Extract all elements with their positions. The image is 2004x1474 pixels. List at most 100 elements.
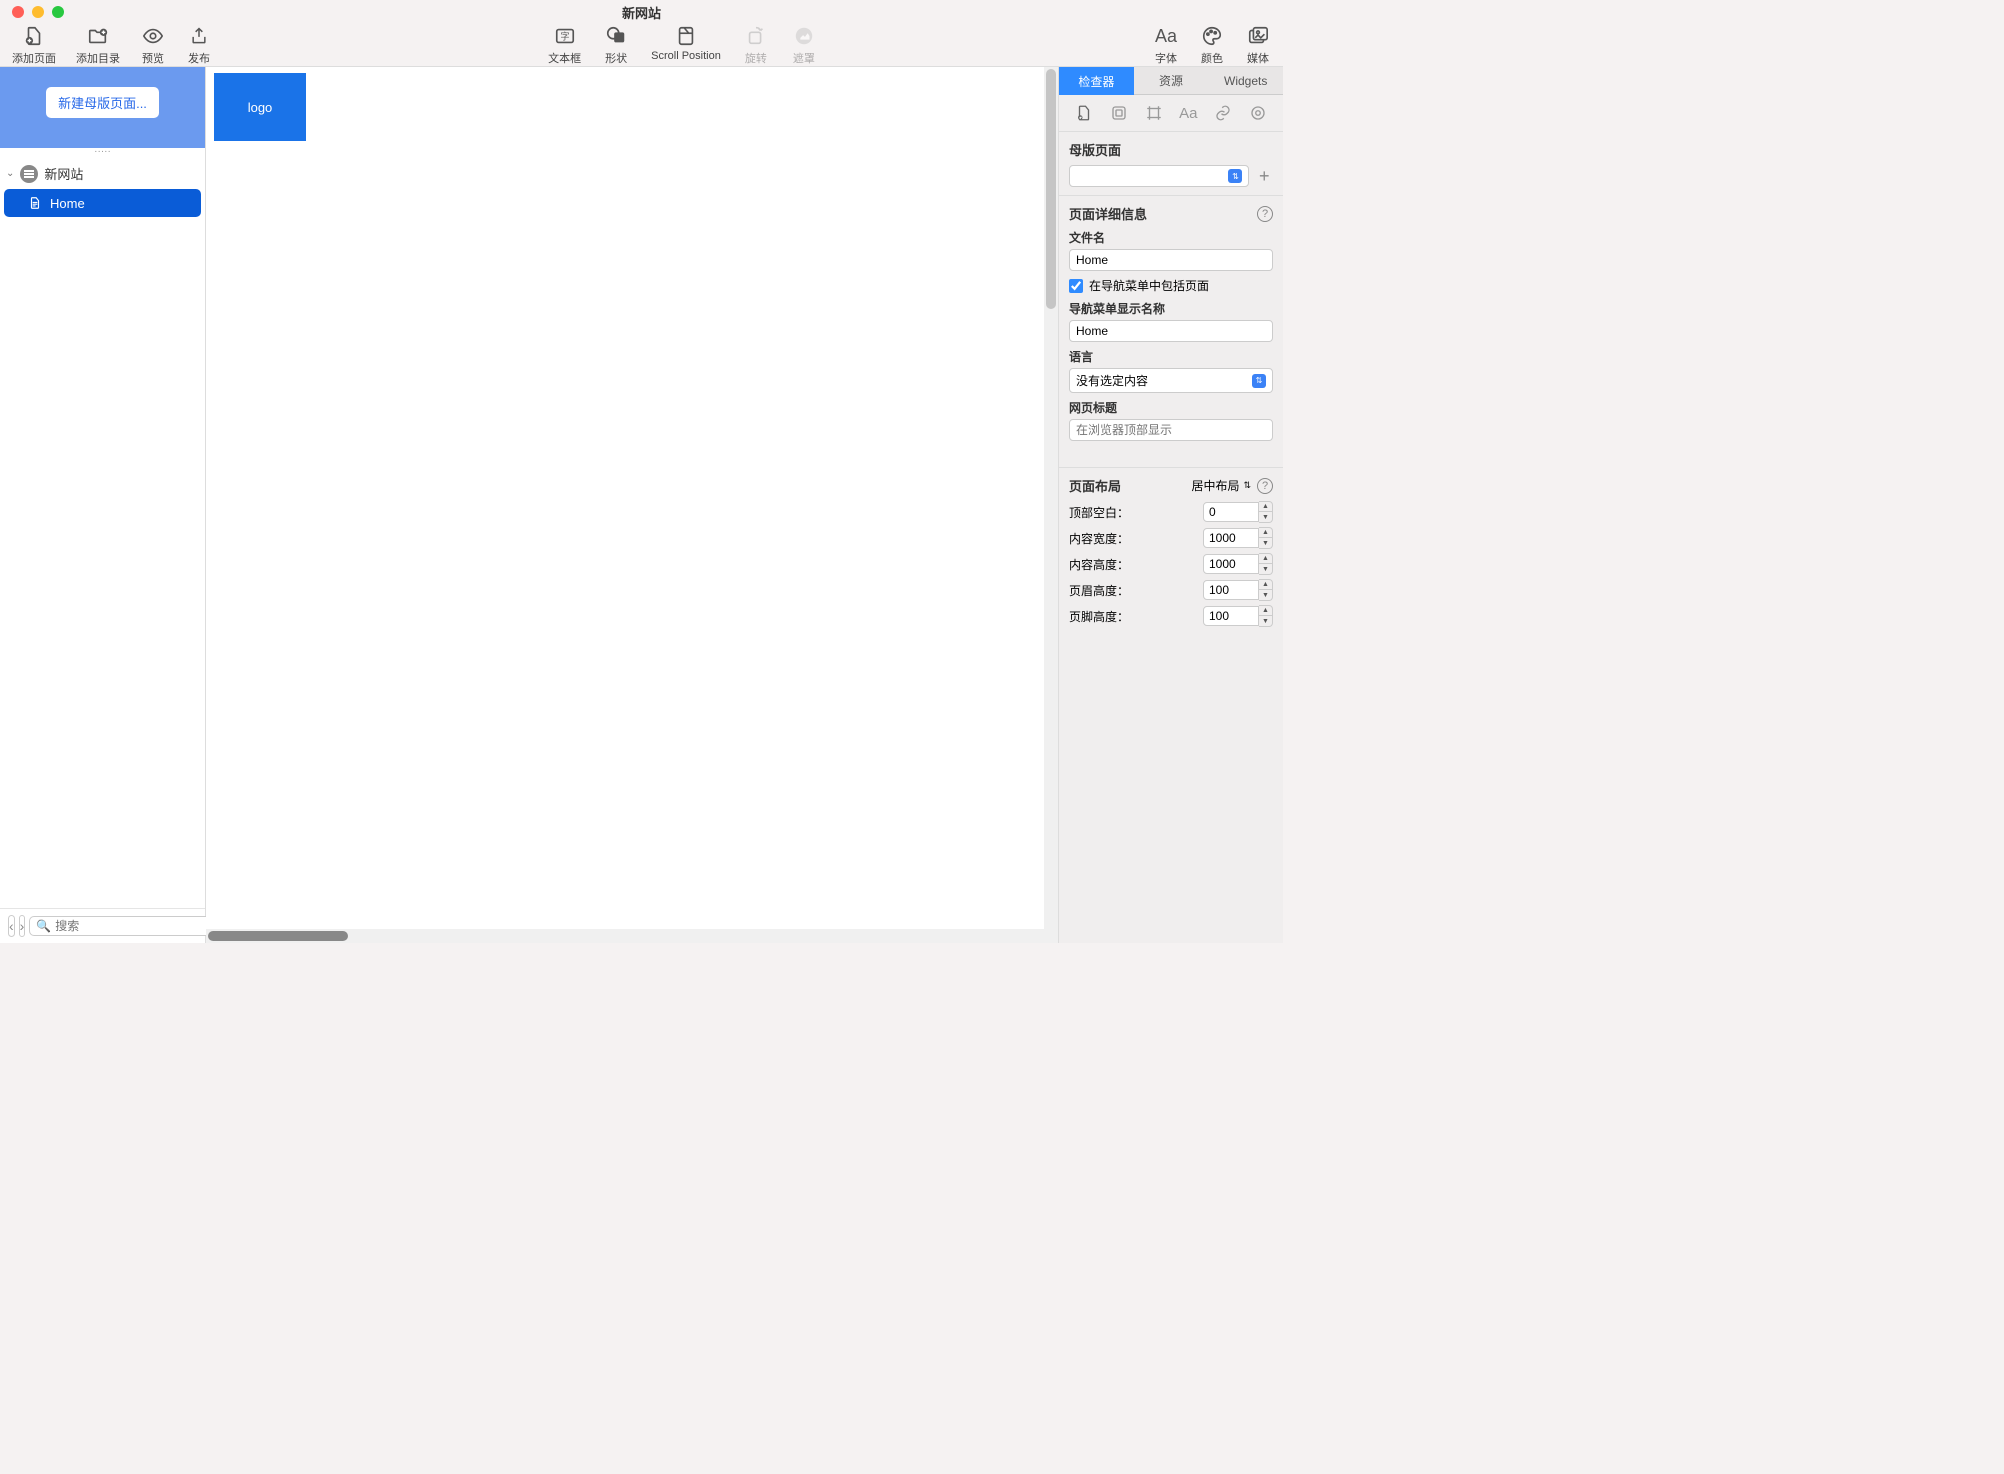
mask-button: 遮罩 [787,24,821,66]
layout-value-input[interactable] [1203,528,1259,548]
layout-row: 页脚高度： ▲▼ [1069,605,1273,627]
search-input[interactable] [55,919,210,933]
language-label: 语言 [1069,348,1273,365]
traffic-lights [12,6,64,18]
layout-row-label: 顶部空白： [1069,504,1129,521]
page-layout-section: 页面布局 居中布局 ⇅ ? 顶部空白： ▲▼ 内容宽度： ▲▼ 内容高度： [1059,468,1283,639]
nav-name-input[interactable] [1069,320,1273,342]
chevron-updown-icon: ⇅ [1228,169,1242,183]
add-folder-icon [85,24,111,48]
subtab-page[interactable] [1072,101,1096,125]
titlebar: 新网站 [0,0,1283,24]
help-icon[interactable]: ? [1257,478,1273,494]
tab-widgets[interactable]: Widgets [1208,67,1283,95]
sidebar: 新建母版页面... ····· ⌄ 新网站 Home ‹ › 🔍 [0,67,206,943]
layout-row: 顶部空白： ▲▼ [1069,501,1273,523]
stepper[interactable]: ▲▼ [1259,605,1273,627]
scroll-position-icon [673,24,699,48]
scroll-position-button[interactable]: Scroll Position [647,24,725,66]
palette-icon [1199,24,1225,48]
master-page-title: 母版页面 [1069,140,1273,159]
canvas-scrollbar-vertical[interactable] [1044,67,1058,943]
subtab-metrics[interactable] [1142,101,1166,125]
nav-name-label: 导航菜单显示名称 [1069,300,1273,317]
stepper[interactable]: ▲▼ [1259,579,1273,601]
add-master-button[interactable]: + [1255,166,1273,186]
subtab-settings[interactable] [1246,101,1270,125]
new-master-page-button[interactable]: 新建母版页面... [46,87,159,118]
sidebar-resize-handle[interactable]: ····· [0,148,205,156]
add-folder-button[interactable]: 添加目录 [72,24,124,66]
site-name: 新网站 [44,164,83,183]
textbox-button[interactable]: 字 文本框 [544,24,585,66]
window-title: 新网站 [622,3,661,22]
logo-element[interactable]: logo [214,73,306,141]
rotate-button: 旋转 [739,24,773,66]
site-root[interactable]: ⌄ 新网站 [0,160,205,187]
tab-resources[interactable]: 资源 [1134,67,1209,95]
site-icon [20,165,38,183]
fonts-icon: Aa [1153,24,1179,48]
language-select[interactable]: 没有选定内容 ⇅ [1069,368,1273,393]
shape-icon [603,24,629,48]
toolbar: 添加页面 添加目录 预览 发布 字 文本框 [0,24,1283,66]
page-icon [28,195,42,211]
layout-row-label: 页脚高度： [1069,608,1129,625]
preview-button[interactable]: 预览 [136,24,170,66]
subtab-wrap[interactable] [1107,101,1131,125]
fonts-button[interactable]: Aa 字体 [1149,24,1183,66]
page-layout-title: 页面布局 [1069,476,1121,495]
layout-row-label: 内容宽度： [1069,530,1129,547]
svg-text:字: 字 [560,31,569,42]
page-title-input[interactable] [1069,419,1273,441]
shape-button[interactable]: 形状 [599,24,633,66]
master-pages-section: 新建母版页面... [0,67,205,148]
include-nav-checkbox[interactable] [1069,279,1083,293]
layout-value-input[interactable] [1203,606,1259,626]
media-button[interactable]: 媒体 [1241,24,1275,66]
master-page-section: 母版页面 ⇅ + [1059,132,1283,196]
nav-back-button[interactable]: ‹ [8,915,15,937]
layout-row-label: 内容高度： [1069,556,1129,573]
filename-input[interactable] [1069,249,1273,271]
layout-value-input[interactable] [1203,580,1259,600]
colors-button[interactable]: 颜色 [1195,24,1229,66]
zoom-window-button[interactable] [52,6,64,18]
textbox-icon: 字 [552,24,578,48]
chevron-down-icon: ⌄ [6,168,14,179]
page-details-section: 页面详细信息 ? 文件名 在导航菜单中包括页面 导航菜单显示名称 语言 没有选定… [1059,196,1283,468]
publish-button[interactable]: 发布 [182,24,216,66]
canvas-scrollbar-horizontal[interactable] [206,929,1044,943]
layout-value-input[interactable] [1203,502,1259,522]
page-label: Home [50,196,85,211]
inspector-tabs: 检查器 资源 Widgets [1059,67,1283,95]
layout-row: 内容高度： ▲▼ [1069,553,1273,575]
mask-icon [791,24,817,48]
page-details-title: 页面详细信息 [1069,204,1147,223]
chevron-updown-icon: ⇅ [1252,374,1266,388]
add-page-button[interactable]: 添加页面 [8,24,60,66]
subtab-link[interactable] [1211,101,1235,125]
search-icon: 🔍 [36,919,51,933]
search-box[interactable]: 🔍 [29,916,217,936]
subtab-text[interactable]: Aa [1176,101,1200,125]
tab-inspector[interactable]: 检查器 [1059,67,1134,95]
help-icon[interactable]: ? [1257,206,1273,222]
inspector-subtabs: Aa [1059,95,1283,132]
close-window-button[interactable] [12,6,24,18]
stepper[interactable]: ▲▼ [1259,553,1273,575]
rotate-icon [743,24,769,48]
nav-forward-button[interactable]: › [19,915,26,937]
page-item-home[interactable]: Home [4,189,201,217]
stepper[interactable]: ▲▼ [1259,501,1273,523]
minimize-window-button[interactable] [32,6,44,18]
canvas[interactable]: logo [206,67,1058,943]
sidebar-footer: ‹ › 🔍 [0,908,205,943]
layout-value-input[interactable] [1203,554,1259,574]
page-title-label: 网页标题 [1069,399,1273,416]
layout-row-label: 页眉高度： [1069,582,1129,599]
layout-row: 内容宽度： ▲▼ [1069,527,1273,549]
master-page-select[interactable]: ⇅ [1069,165,1249,187]
layout-mode-select[interactable]: 居中布局 ⇅ [1191,477,1251,494]
stepper[interactable]: ▲▼ [1259,527,1273,549]
